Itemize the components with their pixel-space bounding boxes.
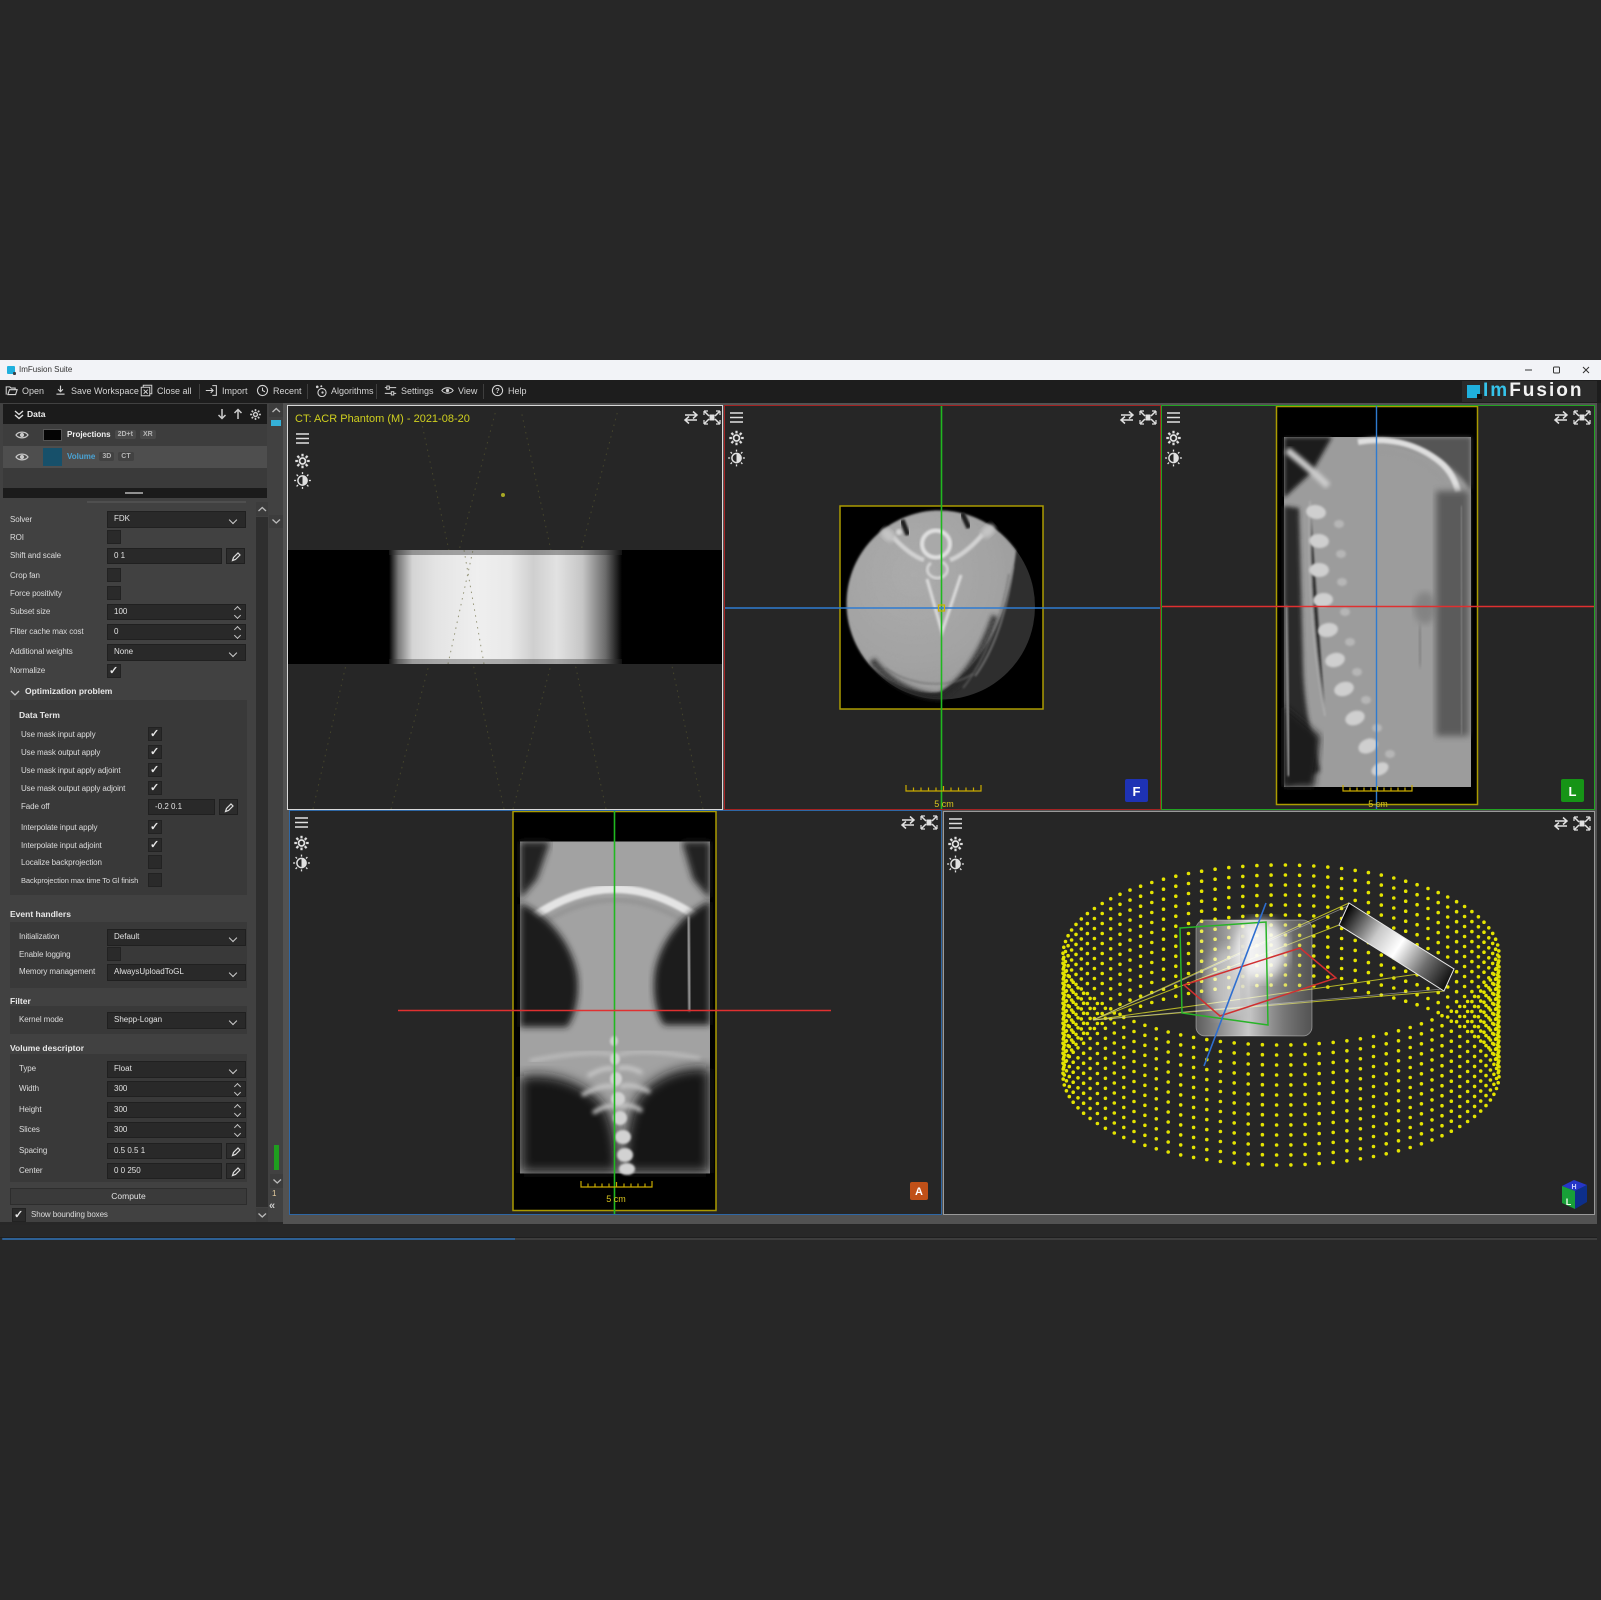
svg-text:F: F — [1133, 784, 1141, 799]
svg-text:L: L — [1566, 1197, 1572, 1207]
svg-text:5 cm: 5 cm — [1368, 799, 1388, 809]
svg-text:L: L — [1569, 784, 1577, 799]
svg-text:CT: ACR Phantom (M) - 2021-08-: CT: ACR Phantom (M) - 2021-08-20 — [295, 413, 470, 425]
svg-text:A: A — [915, 1186, 923, 1198]
svg-text:?: ? — [495, 386, 500, 395]
svg-text:5 cm: 5 cm — [934, 799, 954, 809]
svg-text:H: H — [1571, 1184, 1576, 1191]
svg-text:5 cm: 5 cm — [606, 1194, 626, 1204]
